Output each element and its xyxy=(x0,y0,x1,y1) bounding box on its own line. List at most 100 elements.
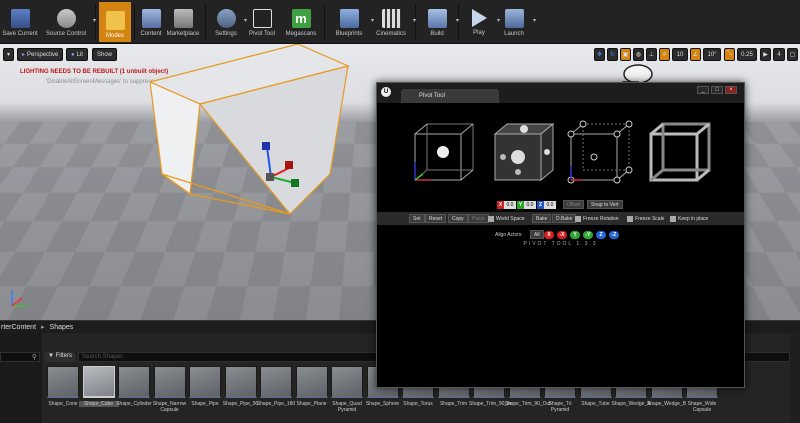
freeze-scale-checkbox[interactable]: Freeze Scale xyxy=(627,214,664,223)
sphere-icon: ● xyxy=(71,51,75,58)
pivot-tool-button[interactable]: Pivot Tool xyxy=(243,0,281,44)
build-button[interactable]: Build ▾ xyxy=(419,0,459,44)
grid-snap-icon[interactable]: # xyxy=(659,48,670,61)
content-icon xyxy=(141,9,161,28)
megascans-icon: m xyxy=(291,9,311,28)
align-button[interactable]: -X xyxy=(557,231,567,239)
path-leaf[interactable]: Shapes xyxy=(50,324,74,331)
translate-icon[interactable]: ✥ xyxy=(594,48,605,61)
scale-snap-icon[interactable]: ⤡ xyxy=(724,48,735,61)
asset-name: Shape_Tube xyxy=(581,401,610,407)
offset-button[interactable]: Offset xyxy=(563,200,585,209)
save-current-button[interactable]: Save Current xyxy=(0,0,40,44)
lit-button[interactable]: ● Lit xyxy=(66,48,88,61)
align-all-button[interactable]: All xyxy=(530,230,544,239)
asset-tile[interactable]: Shape_Cylinder xyxy=(116,366,152,407)
reset-button[interactable]: Reset xyxy=(425,214,447,223)
x-offset-input[interactable]: 0.0 xyxy=(504,201,516,209)
asset-name: Shape_Torus xyxy=(403,401,433,407)
world-icon[interactable]: ◍ xyxy=(633,48,644,61)
path-root[interactable]: rterContent xyxy=(0,324,36,331)
world-space-checkbox[interactable]: World Space xyxy=(488,214,525,223)
asset-name: Shape_Trim xyxy=(439,401,468,407)
filters-button[interactable]: ▼ Filters xyxy=(45,352,75,362)
scale-icon[interactable]: ▣ xyxy=(620,48,631,61)
transform-gizmo[interactable] xyxy=(255,139,305,189)
content-button[interactable]: Content xyxy=(138,0,164,44)
grid-snap-value[interactable]: 10 xyxy=(672,48,688,61)
maximize-viewport-icon[interactable]: ▢ xyxy=(787,48,798,61)
folder-search-input[interactable]: ⚲ xyxy=(0,352,40,362)
folder-tree: ⚲ xyxy=(0,333,42,423)
launch-button[interactable]: Launch ▾ xyxy=(496,0,536,44)
freeze-rotation-checkbox[interactable]: Freeze Rotation xyxy=(575,214,619,223)
pivot-tool-tab[interactable]: Pivot Tool xyxy=(401,89,499,103)
asset-tile[interactable]: Shape_Pipe_90 xyxy=(223,366,258,407)
settings-button[interactable]: Settings ▾ xyxy=(209,0,247,44)
pivot-edges-preview[interactable] xyxy=(645,120,713,188)
rotate-icon[interactable]: ↻ xyxy=(607,48,618,61)
asset-tile[interactable]: Shape_Pipe xyxy=(189,366,221,407)
z-offset-input[interactable]: 0.0 xyxy=(544,201,556,209)
modes-button[interactable]: Modes xyxy=(99,2,131,42)
bake-button[interactable]: Bake xyxy=(532,214,552,223)
checkbox-icon xyxy=(627,215,633,222)
maximize-button[interactable]: □ xyxy=(711,86,723,94)
align-button[interactable]: Y xyxy=(570,231,580,239)
set-button[interactable]: Set xyxy=(409,214,425,223)
asset-tile[interactable]: Shape_Cube xyxy=(78,366,119,407)
keep-in-place-checkbox[interactable]: Keep in place xyxy=(670,214,708,223)
align-button[interactable]: -Y xyxy=(583,231,593,239)
paste-button[interactable]: Paste xyxy=(468,214,489,223)
camera-speed-value[interactable]: 4 xyxy=(773,48,785,61)
asset-name: Shape_Trim_90_Out xyxy=(504,401,551,407)
rotation-snap-icon[interactable]: ∠ xyxy=(690,48,701,61)
camera-speed-icon[interactable]: ▶ xyxy=(760,48,771,61)
rotation-snap-value[interactable]: 10° xyxy=(703,48,721,61)
lighting-warning: LIGHTING NEEDS TO BE REBUILT (1 unbuilt … xyxy=(20,69,169,75)
asset-tile[interactable]: Shape_Quad Pyramid xyxy=(331,366,363,413)
snap-to-vert-button[interactable]: Snap to Vert xyxy=(587,200,623,209)
window-titlebar[interactable]: U Pivot Tool _ □ × xyxy=(377,83,744,103)
perspective-button[interactable]: ▸ Perspective xyxy=(17,48,64,61)
y-offset-input[interactable]: 0.0 xyxy=(524,201,536,209)
align-button[interactable]: -Z xyxy=(609,231,619,239)
selected-cube[interactable] xyxy=(150,44,360,224)
close-button[interactable]: × xyxy=(725,86,737,94)
camera-icon: ▸ xyxy=(22,52,26,58)
megascans-button[interactable]: m Megascans xyxy=(281,0,321,44)
align-button[interactable]: X xyxy=(544,231,554,239)
asset-tile[interactable]: Shape_Pipe_180 xyxy=(257,366,295,407)
align-button[interactable]: Z xyxy=(596,231,606,239)
z-axis-label: Z xyxy=(537,201,544,209)
copy-button[interactable]: Copy xyxy=(448,214,468,223)
asset-name: Shape_Pipe_90 xyxy=(222,401,259,407)
asset-thumbnail xyxy=(295,366,328,398)
scrollbar[interactable] xyxy=(790,333,800,423)
scale-snap-value[interactable]: 0.25 xyxy=(737,48,757,61)
pivot-corners-preview[interactable] xyxy=(565,120,633,188)
asset-tile[interactable]: Shape_Cone xyxy=(47,366,79,407)
cinematics-button[interactable]: Cinematics ▾ xyxy=(370,0,416,44)
marketplace-button[interactable]: Marketplace xyxy=(164,0,202,44)
x-axis-label: X xyxy=(497,201,504,209)
dbake-button[interactable]: D.Bake xyxy=(552,214,577,223)
minimize-button[interactable]: _ xyxy=(697,86,709,94)
blueprints-button[interactable]: Blueprints ▾ xyxy=(328,0,374,44)
pivot-tool-icon xyxy=(252,9,272,28)
pivot-faces-preview[interactable] xyxy=(489,120,557,188)
asset-tile[interactable]: Shape_Plane xyxy=(295,366,328,407)
source-control-button[interactable]: Source Control ▾ xyxy=(40,0,96,44)
asset-name: Shape_Tri Pyramid xyxy=(548,401,572,413)
asset-name: Shape_Trim_90_In xyxy=(469,401,512,407)
show-button[interactable]: Show xyxy=(92,48,118,61)
y-axis-label: Y xyxy=(517,201,524,209)
viewport-options-button[interactable]: ▾ xyxy=(3,48,14,61)
asset-tile[interactable]: Shape_Narrow Capsule xyxy=(153,366,186,413)
separator xyxy=(324,4,325,40)
play-button[interactable]: Play ▾ xyxy=(462,0,500,44)
asset-name: Shape_Cube xyxy=(78,401,119,407)
asset-thumbnail xyxy=(153,366,186,398)
surface-snap-icon[interactable]: ⊥ xyxy=(646,48,657,61)
pivot-center-preview[interactable] xyxy=(409,120,477,188)
